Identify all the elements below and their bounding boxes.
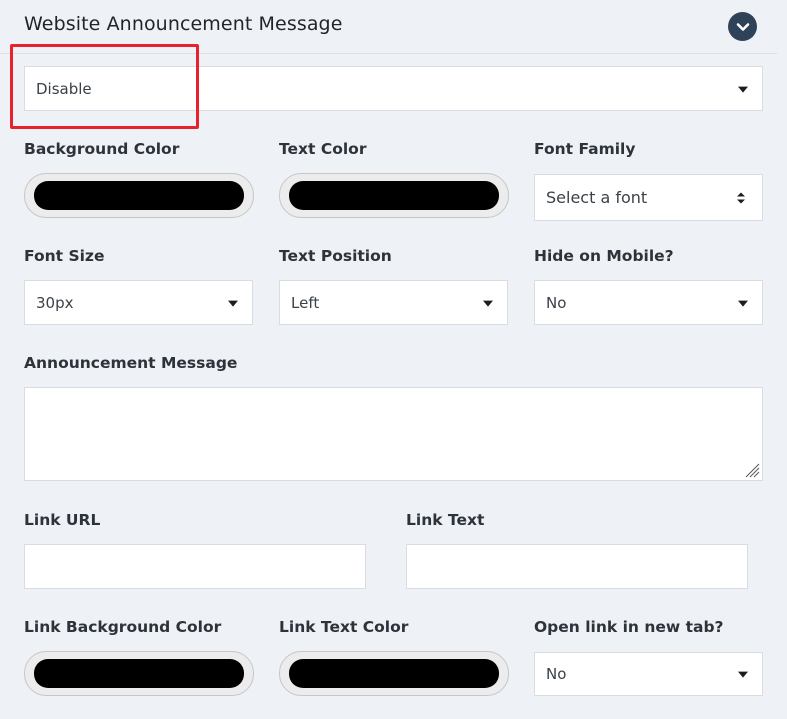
- announcement-message-textarea[interactable]: [24, 387, 763, 481]
- link-text-color-picker[interactable]: [279, 651, 509, 696]
- resize-grip-icon[interactable]: [744, 462, 760, 478]
- link-text-input[interactable]: [406, 544, 748, 589]
- text-color-picker[interactable]: [279, 173, 509, 218]
- link-text-color-swatch: [289, 659, 499, 688]
- font-size-select[interactable]: 30px: [24, 280, 253, 325]
- link-text-label: Link Text: [406, 511, 485, 529]
- caret-down-icon: [228, 300, 238, 307]
- sort-updown-icon: [737, 192, 745, 203]
- background-color-swatch: [34, 181, 244, 210]
- text-position-value: Left: [291, 293, 320, 312]
- open-link-new-tab-value: No: [546, 665, 567, 683]
- link-background-color-swatch: [34, 659, 244, 688]
- announcement-status-select[interactable]: Disable: [24, 66, 763, 111]
- chevron-down-icon: [736, 22, 749, 31]
- caret-down-icon: [738, 671, 748, 678]
- open-link-new-tab-select[interactable]: No: [534, 652, 763, 696]
- link-text-color-label: Link Text Color: [279, 618, 409, 636]
- text-color-swatch: [289, 181, 499, 210]
- collapse-button[interactable]: [728, 12, 757, 41]
- font-family-label: Font Family: [534, 140, 636, 158]
- hide-on-mobile-label: Hide on Mobile?: [534, 247, 674, 265]
- announcement-message-label: Announcement Message: [24, 354, 238, 372]
- caret-down-icon: [738, 300, 748, 307]
- text-position-select[interactable]: Left: [279, 280, 508, 325]
- link-url-input[interactable]: [24, 544, 366, 589]
- announcement-status-value: Disable: [36, 79, 92, 98]
- font-size-value: 30px: [36, 293, 74, 312]
- link-url-label: Link URL: [24, 511, 101, 529]
- text-position-label: Text Position: [279, 247, 392, 265]
- text-color-label: Text Color: [279, 140, 367, 158]
- section-title: Website Announcement Message: [24, 13, 343, 35]
- hide-on-mobile-select[interactable]: No: [534, 280, 763, 325]
- caret-down-icon: [738, 86, 748, 93]
- header-divider: [0, 53, 777, 54]
- font-size-label: Font Size: [24, 247, 105, 265]
- open-link-new-tab-label: Open link in new tab?: [534, 618, 724, 636]
- link-background-color-picker[interactable]: [24, 651, 254, 696]
- font-family-select[interactable]: Select a font: [534, 174, 763, 221]
- hide-on-mobile-value: No: [546, 293, 567, 312]
- link-background-color-label: Link Background Color: [24, 618, 222, 636]
- font-family-value: Select a font: [546, 188, 648, 207]
- caret-down-icon: [483, 300, 493, 307]
- background-color-picker[interactable]: [24, 173, 254, 218]
- background-color-label: Background Color: [24, 140, 180, 158]
